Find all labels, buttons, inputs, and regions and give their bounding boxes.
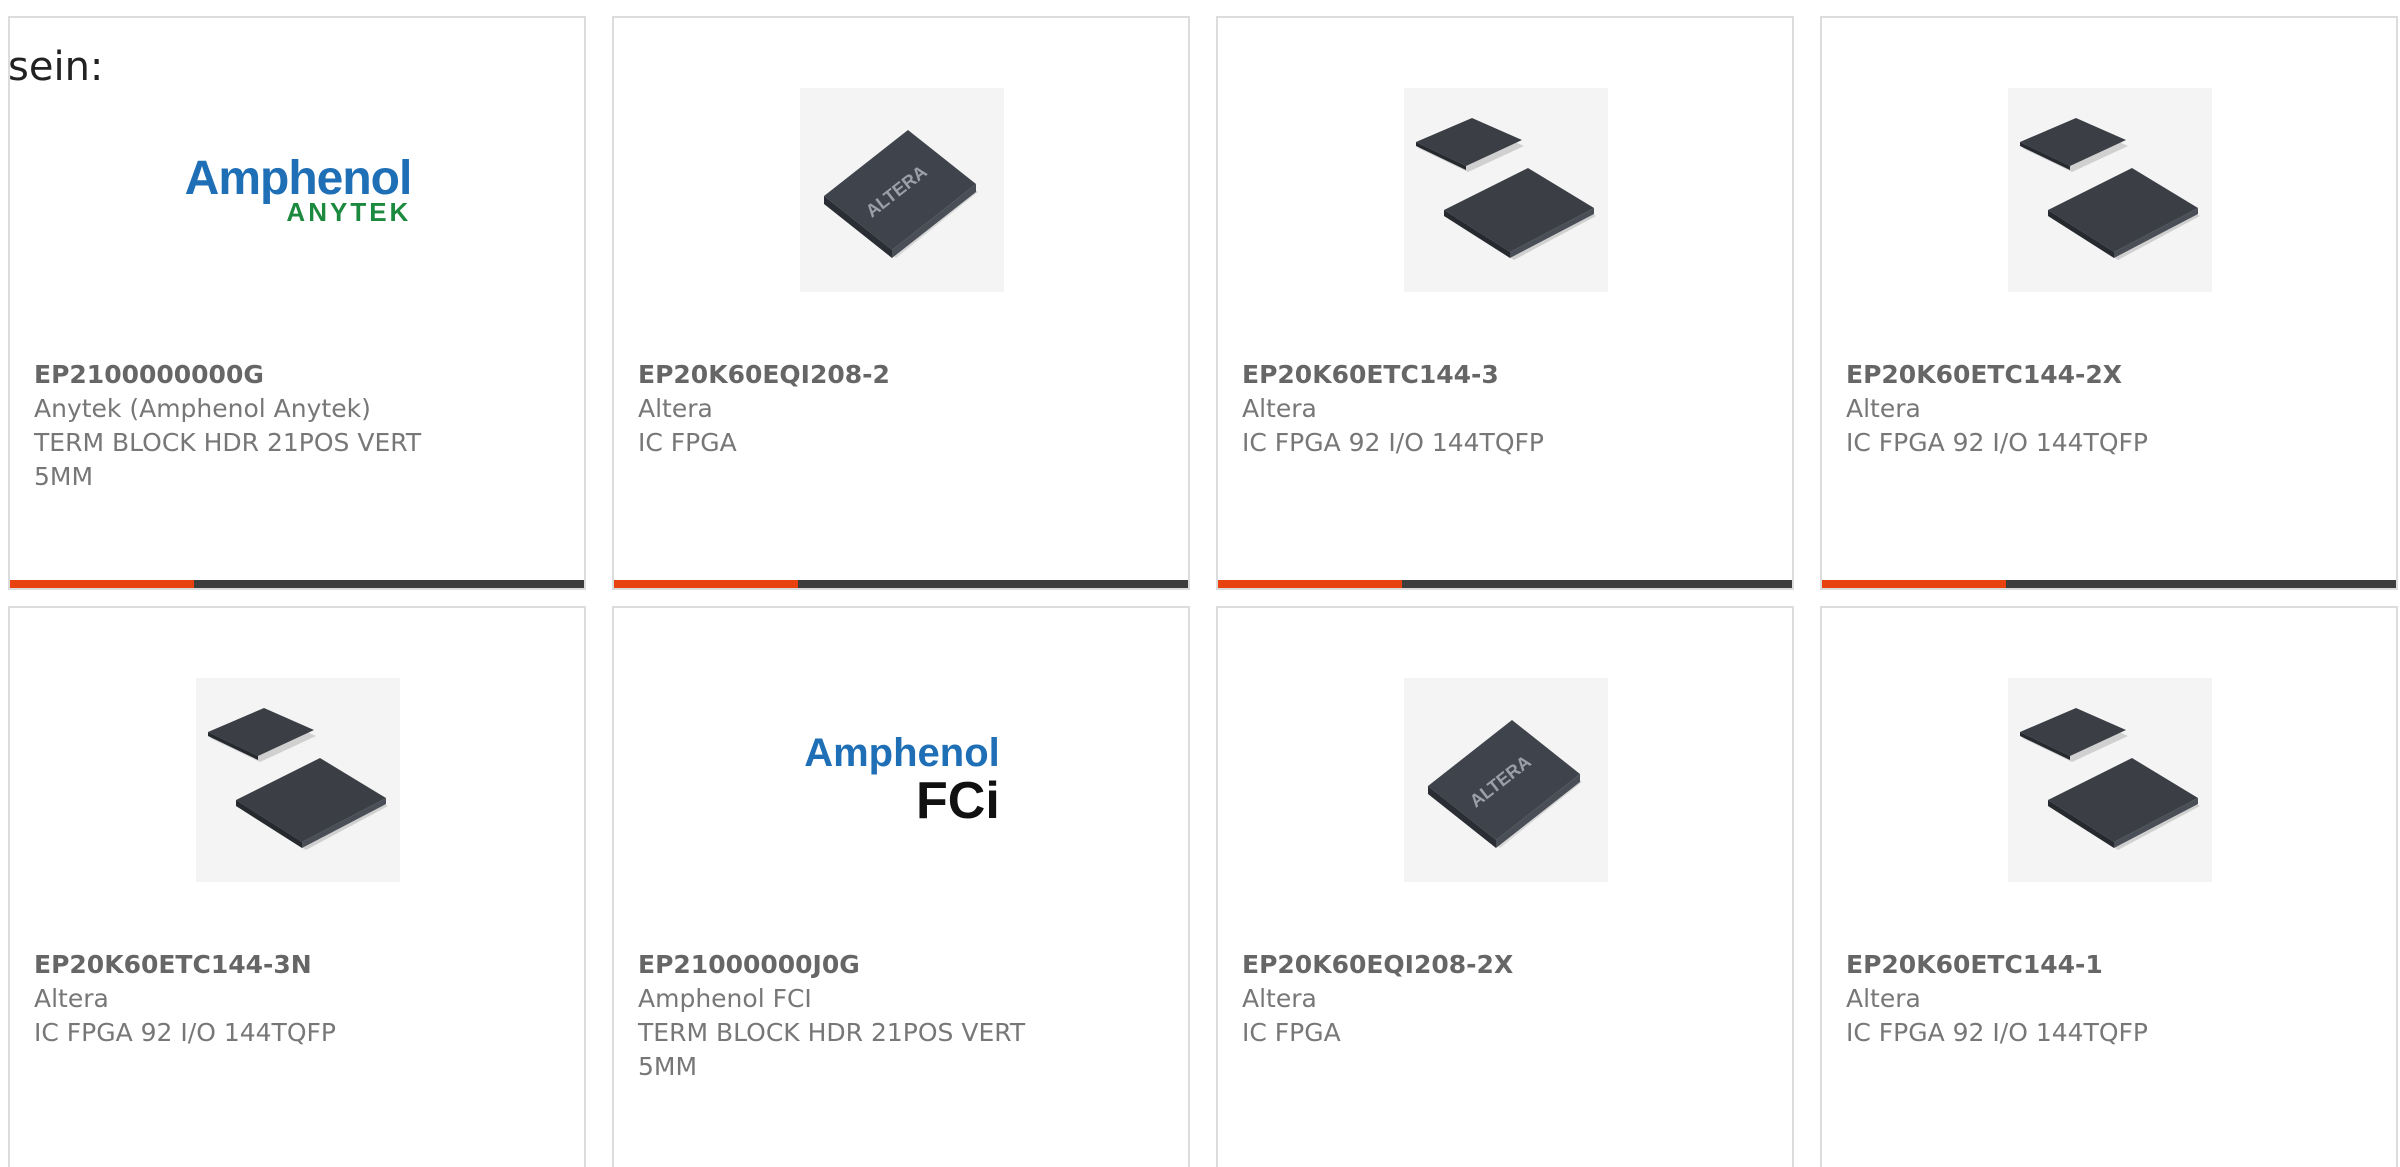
product-info: EP20K60EQI208-2X Altera IC FPGA [1242, 948, 1768, 1050]
manufacturer-name: Amphenol FCI [638, 984, 812, 1013]
part-number[interactable]: EP20K60ETC144-3N [34, 948, 560, 982]
product-description: TERM BLOCK HDR 21POS VERT 5MM [638, 1018, 1026, 1081]
progress-bar [10, 580, 584, 588]
part-number[interactable]: EP20K60ETC144-3 [1242, 358, 1768, 392]
product-image [1404, 88, 1608, 292]
tqfp-chips-photo [1416, 118, 1596, 260]
manufacturer-name: Altera [1242, 984, 1317, 1013]
product-info: EP20K60ETC144-3N Altera IC FPGA 92 I/O 1… [34, 948, 560, 1050]
product-image: ALTERA [800, 88, 1004, 292]
part-number[interactable]: EP20K60ETC144-1 [1846, 948, 2372, 982]
manufacturer-name: Altera [1846, 984, 1921, 1013]
manufacturer-name: Altera [1242, 394, 1317, 423]
progress-fill [1218, 580, 1402, 588]
altera-chip-photo: ALTERA [824, 130, 978, 258]
product-card[interactable]: EP20K60ETC144-3 Altera IC FPGA 92 I/O 14… [1216, 16, 1794, 590]
manufacturer-name: Anytek (Amphenol Anytek) [34, 394, 371, 423]
product-description: IC FPGA 92 I/O 144TQFP [34, 1018, 336, 1047]
product-card[interactable]: Amphenol FCi EP21000000J0G Amphenol FCI … [612, 606, 1190, 1167]
product-info: EP20K60ETC144-3 Altera IC FPGA 92 I/O 14… [1242, 358, 1768, 460]
product-description: IC FPGA 92 I/O 144TQFP [1242, 428, 1544, 457]
tqfp-chips-photo [208, 708, 388, 850]
part-number[interactable]: EP2100000000G [34, 358, 560, 392]
product-image [196, 678, 400, 882]
product-image: ALTERA [1404, 678, 1608, 882]
product-info: EP20K60ETC144-1 Altera IC FPGA 92 I/O 14… [1846, 948, 2372, 1050]
manufacturer-name: Altera [34, 984, 109, 1013]
part-number[interactable]: EP20K60EQI208-2X [1242, 948, 1768, 982]
product-card[interactable]: EP20K60ETC144-3N Altera IC FPGA 92 I/O 1… [8, 606, 586, 1167]
tqfp-chips-photo [2020, 708, 2200, 850]
manufacturer-name: Altera [638, 394, 713, 423]
product-description: IC FPGA 92 I/O 144TQFP [1846, 1018, 2148, 1047]
tqfp-chips-photo [2020, 118, 2200, 260]
product-info: EP2100000000G Anytek (Amphenol Anytek) T… [34, 358, 560, 494]
product-card[interactable]: EP20K60ETC144-2X Altera IC FPGA 92 I/O 1… [1820, 16, 2398, 590]
progress-fill [10, 580, 194, 588]
product-description: IC FPGA 92 I/O 144TQFP [1846, 428, 2148, 457]
logo-text-line1: Amphenol [184, 152, 413, 205]
logo-text-line1: Amphenol [804, 731, 1000, 775]
product-info: EP20K60ETC144-2X Altera IC FPGA 92 I/O 1… [1846, 358, 2372, 460]
product-info: EP21000000J0G Amphenol FCI TERM BLOCK HD… [638, 948, 1164, 1084]
part-number[interactable]: EP21000000J0G [638, 948, 1164, 982]
product-grid: Amphenol ANYTEK EP2100000000G Anytek (Am… [8, 16, 2398, 1167]
section-heading: sein: [8, 44, 104, 90]
part-number[interactable]: EP20K60EQI208-2 [638, 358, 1164, 392]
progress-bar [1218, 580, 1792, 588]
product-info: EP20K60EQI208-2 Altera IC FPGA [638, 358, 1164, 460]
product-card[interactable]: EP20K60ETC144-1 Altera IC FPGA 92 I/O 14… [1820, 606, 2398, 1167]
product-card[interactable]: ALTERA EP20K60EQI208-2 Altera IC FPGA [612, 16, 1190, 590]
product-card[interactable]: ALTERA EP20K60EQI208-2X Altera IC FPGA [1216, 606, 1794, 1167]
product-image [2008, 678, 2212, 882]
progress-bar [614, 580, 1188, 588]
product-description: IC FPGA [1242, 1018, 1341, 1047]
product-card[interactable]: Amphenol ANYTEK EP2100000000G Anytek (Am… [8, 16, 586, 590]
manufacturer-logo: Amphenol FCi [800, 678, 1004, 882]
altera-chip-photo: ALTERA [1428, 720, 1582, 848]
manufacturer-name: Altera [1846, 394, 1921, 423]
logo-text-line2: FCi [916, 772, 1000, 830]
product-description: TERM BLOCK HDR 21POS VERT 5MM [34, 428, 422, 491]
manufacturer-logo: Amphenol ANYTEK [185, 88, 413, 292]
part-number[interactable]: EP20K60ETC144-2X [1846, 358, 2372, 392]
product-listing-page: Amphenol ANYTEK EP2100000000G Anytek (Am… [0, 0, 2400, 1167]
progress-fill [1822, 580, 2006, 588]
product-image [2008, 88, 2212, 292]
product-description: IC FPGA [638, 428, 737, 457]
progress-fill [614, 580, 798, 588]
progress-bar [1822, 580, 2396, 588]
